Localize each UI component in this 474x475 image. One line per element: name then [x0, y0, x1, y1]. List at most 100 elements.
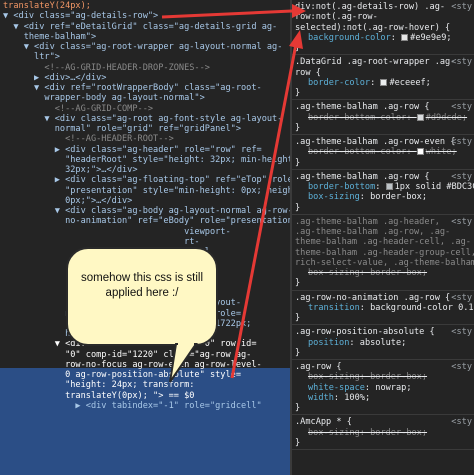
dom-node-line[interactable]: 0px;">…</div> — [3, 196, 132, 206]
css-rule-selector[interactable]: .ag-theme-balham .ag-row { — [295, 172, 430, 182]
css-declaration[interactable]: background-color: #e9e9e9; — [308, 33, 452, 43]
dom-node-line[interactable]: "height: 24px; transform: — [3, 380, 194, 390]
css-rule-close-brace: } — [295, 122, 301, 133]
css-rule-selector[interactable]: row { — [295, 68, 321, 78]
css-rule-selector[interactable]: .ag-theme-balham .ag-row { — [295, 102, 430, 112]
dom-node-line[interactable]: <!--AG-GRID-COMP--> — [3, 104, 153, 114]
css-rule-source-link[interactable]: <sty — [451, 217, 472, 227]
css-value: border-box — [370, 372, 422, 383]
css-declaration[interactable]: position: absolute; — [308, 338, 406, 348]
color-swatch-icon[interactable] — [416, 113, 424, 121]
css-rule-source-link[interactable]: <sty — [451, 327, 472, 337]
dom-node-line[interactable]: ▼ <div class="ag-root-wrapper ag-layout-… — [3, 42, 283, 52]
css-rule-selector[interactable]: .ag-row { — [295, 362, 342, 372]
css-rule-close-brace: } — [295, 88, 301, 98]
css-declaration[interactable]: box-sizing: border-box; — [308, 372, 427, 382]
css-rule-selector[interactable]: selected):not(.ag-row-hover) { — [295, 23, 450, 33]
dom-node-line[interactable]: normal" role="grid" ref="gridPanel"> — [3, 124, 241, 134]
css-property: position — [308, 337, 350, 348]
css-property: border-bottom-color — [308, 112, 407, 123]
css-rule-selector[interactable]: .ag-row-position-absolute { — [295, 327, 435, 337]
css-rule-selector[interactable]: .ag-theme-balham .ag-row-even { — [295, 137, 455, 147]
dom-node-line[interactable]: ▶ <div class="ag-header" role="row" ref= — [3, 145, 262, 155]
dom-node-line[interactable]: ltr"> — [3, 52, 60, 62]
css-property: background-color — [308, 32, 391, 43]
css-rule-selector[interactable]: theme-balham .ag-header-cell, .ag- — [295, 237, 471, 247]
css-declaration[interactable]: transition: background-color 0.1s; — [308, 303, 474, 313]
dom-node-line[interactable]: ▼ <div class="ag-root ag-font-style ag-l… — [3, 114, 282, 124]
dom-node-line[interactable]: no-animation" ref="eBody" role="presenta… — [3, 216, 290, 226]
css-declaration[interactable]: width: 100%; — [308, 393, 370, 403]
dom-node-line[interactable]: <!--AG-HEADER-ROOT--> — [3, 134, 174, 144]
css-declaration[interactable]: border-color: #eceeef; — [308, 78, 431, 88]
annotation-text: somehow this css is still applied here :… — [80, 272, 204, 299]
css-rule-selector[interactable]: row:not(.ag-row- — [295, 12, 378, 22]
dom-node-line[interactable]: wrapper-body ag-layout-normal"> — [3, 93, 204, 103]
dom-node-line[interactable]: ▼ <div ref="eDetailGrid" class="ag-detai… — [3, 22, 277, 32]
css-rule-selector[interactable]: .AmcApp * { — [295, 417, 352, 427]
css-property: box-sizing — [308, 427, 360, 438]
css-declaration[interactable]: box-sizing: border-box; — [308, 268, 427, 278]
annotation-bubble: somehow this css is still applied here :… — [66, 247, 218, 346]
dom-node-line[interactable]: row-no-focus ag-row-even ag-row-level- — [3, 360, 262, 370]
dom-node-line[interactable]: translateY(24px); — [3, 1, 91, 11]
css-rule-selector[interactable]: div:not(.ag-details-row) .ag- — [295, 2, 445, 12]
css-rule-selector[interactable]: .ag-theme-balham .ag-row, .ag- — [295, 227, 450, 237]
dom-node-line[interactable]: ▼ <div class="ag-details-row"> — [3, 11, 158, 21]
css-declaration[interactable]: border-bottom-color: #d9dcde; — [308, 113, 467, 123]
css-rule-selector[interactable]: rich-select-value, .ag-theme-balham — [295, 258, 474, 268]
css-declaration[interactable]: border-bottom-color: white; — [308, 147, 457, 157]
dom-node-line[interactable]: ▶ <div tabindex="-1" role="gridcell" — [3, 401, 261, 411]
css-declaration[interactable]: border-bottom: 1px solid #BDC3C; — [308, 182, 474, 192]
color-swatch-icon[interactable] — [385, 183, 393, 190]
css-value: 1px solid #BDC3C — [394, 182, 474, 192]
css-declaration[interactable]: box-sizing: border-box; — [308, 428, 427, 438]
css-rule-source-link[interactable]: <sty — [451, 417, 472, 427]
css-rule-source-link[interactable]: <sty — [451, 57, 472, 67]
css-rule-separator — [292, 54, 474, 56]
css-rule-separator — [292, 289, 474, 291]
css-rule-close-brace: } — [295, 347, 301, 358]
dom-node-line[interactable]: ▼ <div class="ag-body ag-layout-normal a… — [3, 206, 290, 216]
dom-node-line[interactable]: "headerRoot" style="height: 32px; min-he… — [3, 155, 290, 165]
dom-node-line[interactable]: <!--AG-GRID-HEADER-DROP-ZONES--> — [3, 63, 210, 73]
css-property: box-sizing — [308, 268, 360, 278]
dom-node-line[interactable]: ▶ <div>…</div> — [3, 73, 106, 83]
css-rule-selector[interactable]: .ag-theme-balham .ag-header, — [295, 217, 440, 227]
css-declaration[interactable]: white-space: nowrap; — [308, 383, 412, 393]
css-rule-separator — [292, 134, 474, 135]
css-property: border-bottom-color — [308, 147, 407, 158]
css-rule-source-link[interactable]: <sty — [451, 102, 472, 112]
dom-node-line[interactable]: ▼ <div ref="rootWrapperBody" class="ag-r… — [3, 83, 262, 93]
css-rule-source-link[interactable]: <sty — [451, 2, 472, 12]
dom-node-line[interactable]: rt- — [3, 237, 200, 247]
css-property: transition — [308, 302, 360, 313]
css-rule-selector[interactable]: theme-balham .ag-header-group-cell, .ag- — [295, 248, 474, 258]
css-value: 100% — [344, 392, 365, 403]
color-swatch-icon[interactable] — [401, 33, 409, 41]
dom-node-line[interactable]: 0 ag-row-position-absolute" style= — [3, 370, 241, 380]
css-property: border-color — [308, 77, 371, 88]
color-swatch-icon[interactable] — [380, 78, 388, 86]
css-rule-source-link[interactable]: <sty — [451, 293, 472, 303]
color-swatch-icon[interactable] — [416, 148, 424, 156]
css-rule-source-link[interactable]: <sty — [451, 362, 472, 372]
dom-node-line[interactable]: ▶ <div class="ag-floating-top" ref="eTop… — [3, 175, 290, 185]
dom-node-line[interactable]: translateY(0px); "> == $0 — [3, 391, 194, 401]
dom-node-line[interactable]: theme-balham"> — [3, 32, 96, 42]
css-rule-selector[interactable]: .DataGrid .ag-root-wrapper .ag- — [295, 57, 455, 67]
css-rule-separator — [292, 359, 474, 360]
css-value: #eceeef — [389, 77, 426, 88]
dom-node-line[interactable]: viewport- — [3, 227, 231, 237]
css-rule-separator — [292, 168, 474, 170]
css-value: white — [425, 147, 452, 158]
dom-node-line[interactable]: 32px;">…</div> — [3, 165, 137, 175]
css-rule-close-brace: } — [295, 202, 301, 213]
css-rule-source-link[interactable]: <sty — [451, 137, 472, 147]
dom-node-line[interactable]: "presentation" style="min-height: 0px; h… — [3, 186, 290, 196]
css-rule-source-link[interactable]: <sty — [451, 172, 472, 182]
css-property: white-space — [308, 382, 365, 393]
css-rule-selector[interactable]: .ag-row-no-animation .ag-row { — [295, 293, 450, 303]
dom-node-line[interactable]: "0" comp-id="1220" class="ag-row ag- — [3, 350, 251, 360]
css-declaration[interactable]: box-sizing: border-box; — [308, 192, 427, 202]
